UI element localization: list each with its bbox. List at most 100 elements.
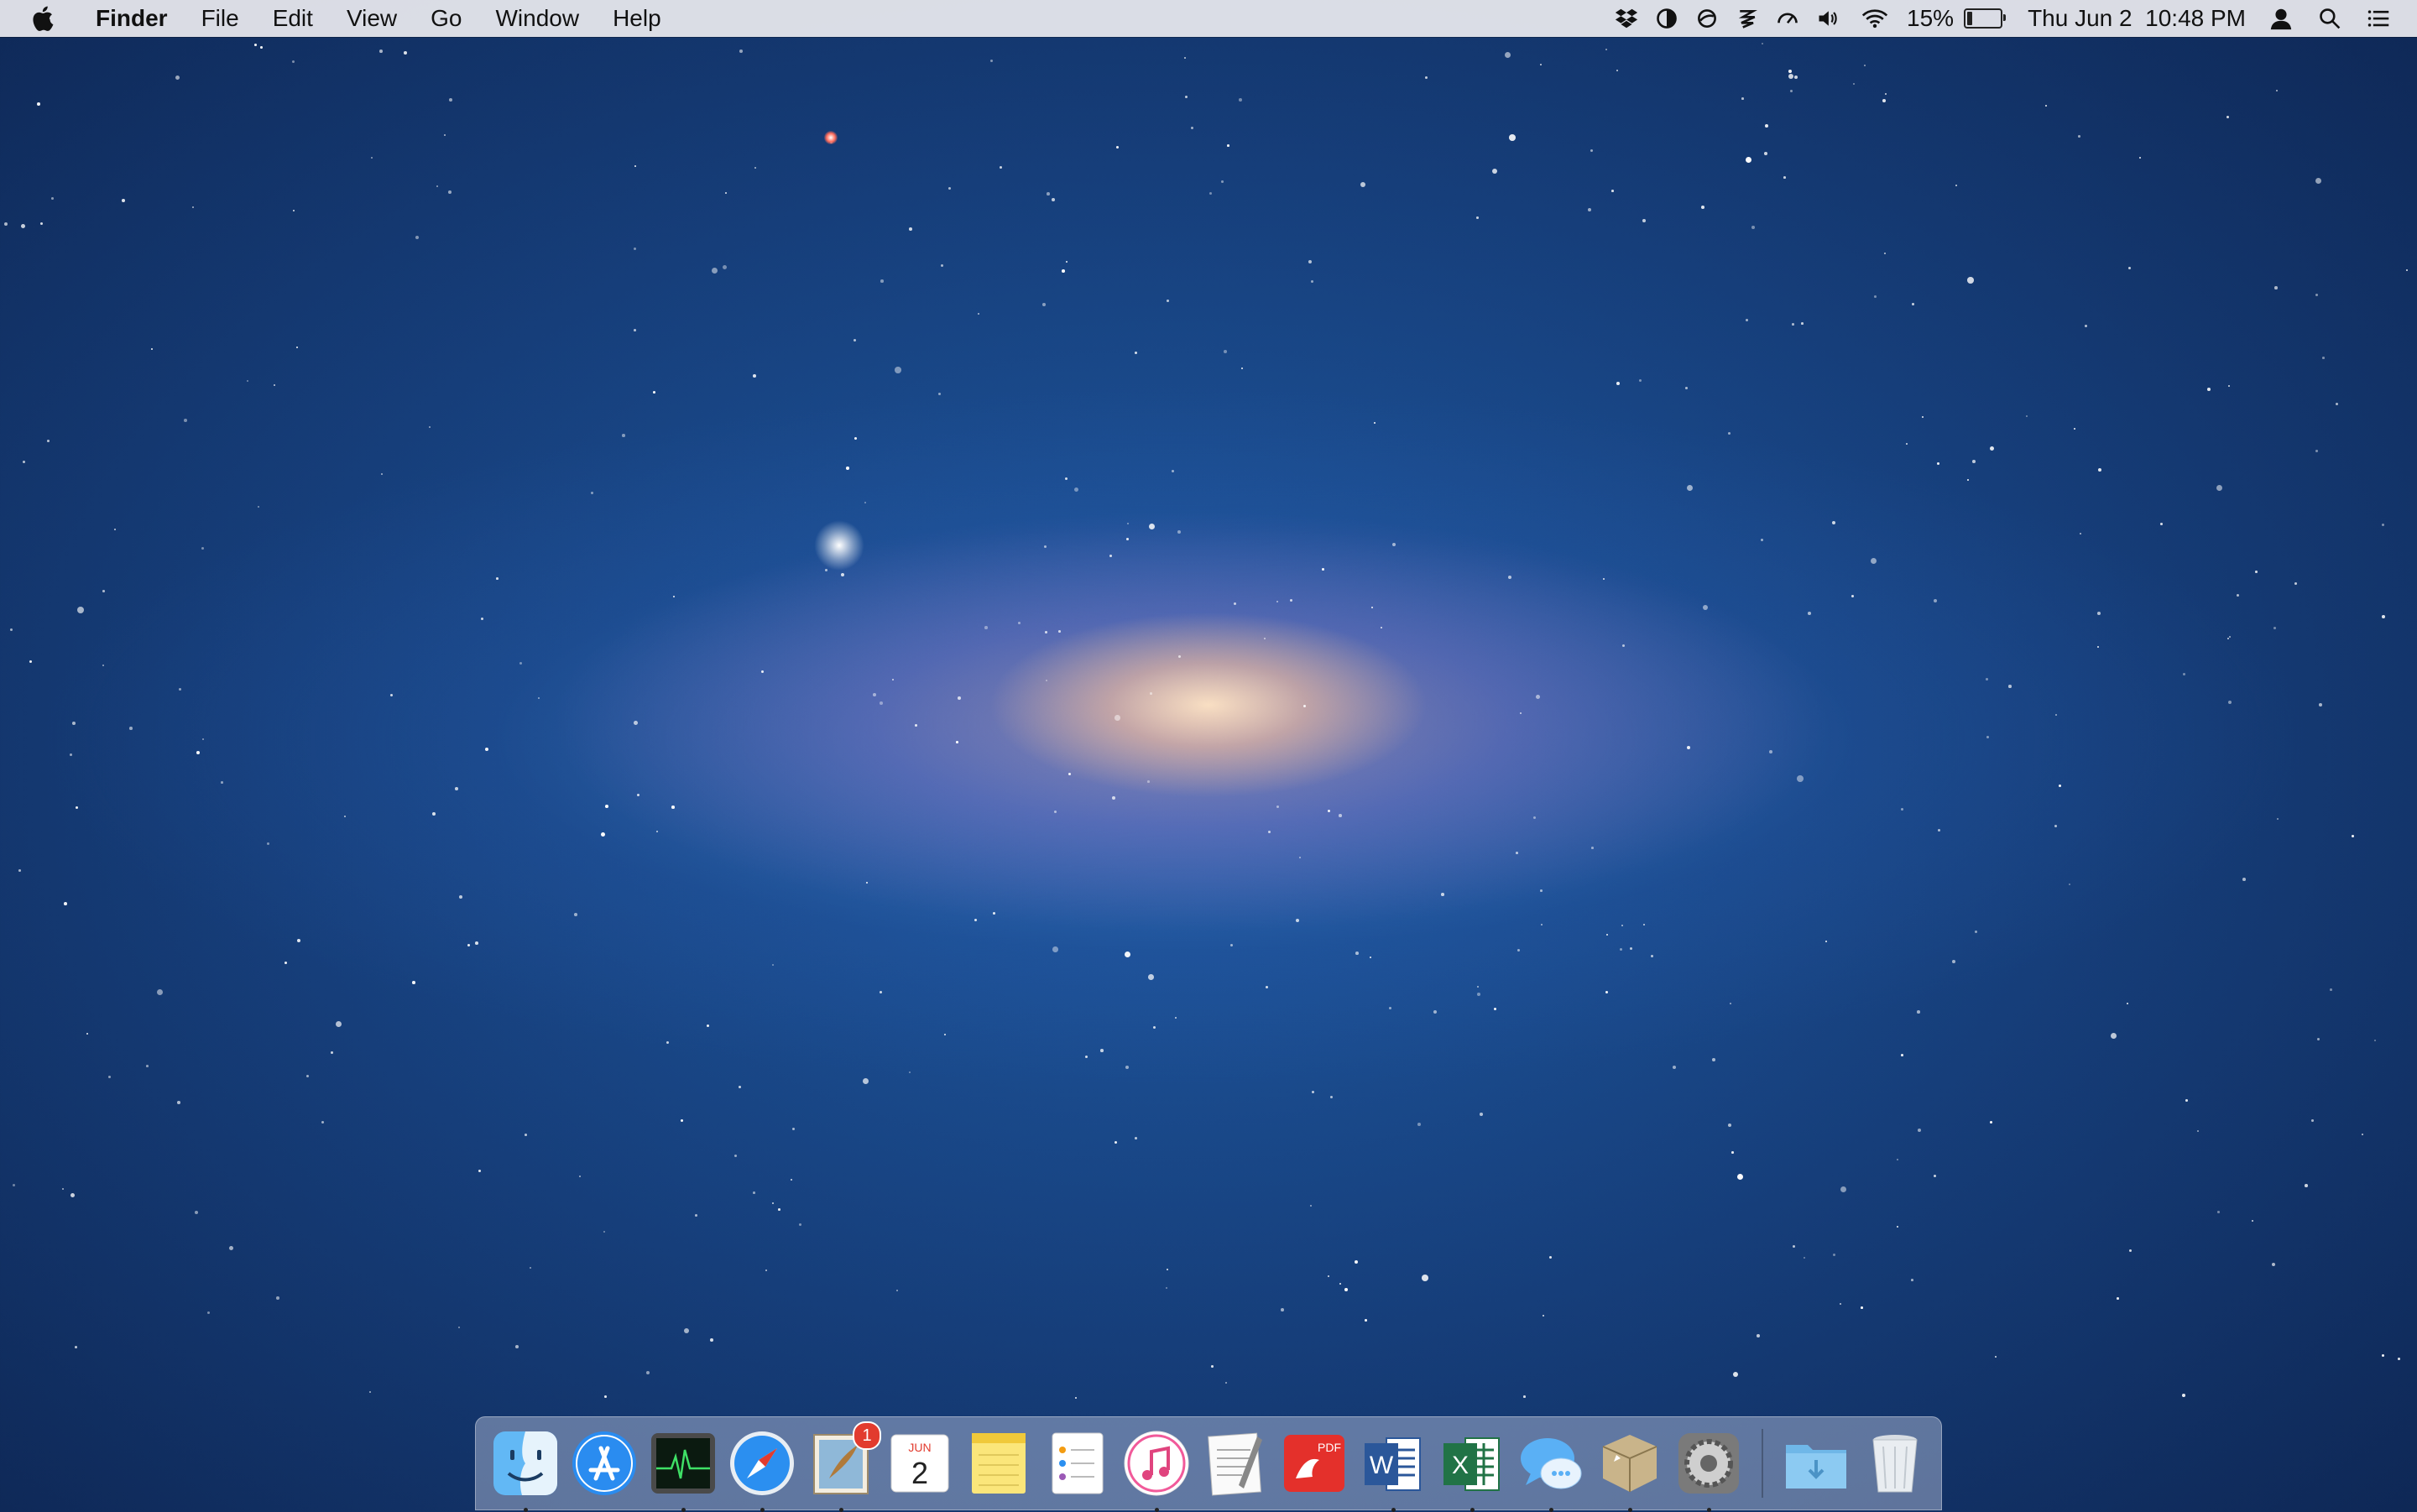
menu-app-finder[interactable]: Finder <box>96 5 168 32</box>
dock-item-excel[interactable]: X <box>1435 1426 1509 1512</box>
user-icon[interactable] <box>2268 5 2294 32</box>
star <box>108 1076 112 1079</box>
star <box>1230 944 1233 946</box>
circle-slash-icon[interactable] <box>1694 5 1720 32</box>
star <box>321 1121 325 1124</box>
star <box>331 1051 333 1054</box>
star <box>1178 655 1182 659</box>
menu-view[interactable]: View <box>347 5 397 32</box>
star <box>753 1191 755 1194</box>
star <box>653 391 655 394</box>
star <box>369 1391 372 1394</box>
star <box>1328 1275 1330 1278</box>
star <box>1225 1382 1228 1384</box>
dock-item-safari[interactable] <box>725 1426 799 1512</box>
clock[interactable]: Thu Jun 2 10:48 PM <box>2028 5 2246 32</box>
star <box>1972 460 1976 463</box>
star <box>1018 622 1021 624</box>
star <box>1737 1174 1744 1181</box>
textedit-icon <box>1208 1432 1262 1496</box>
star <box>10 628 13 632</box>
star <box>1085 1056 1088 1059</box>
bright-star <box>814 520 864 571</box>
dock-item-textedit[interactable] <box>1198 1426 1272 1500</box>
star <box>1290 599 1293 602</box>
dock-item-app-store[interactable] <box>567 1426 641 1500</box>
star <box>276 1296 279 1300</box>
star <box>915 724 917 727</box>
star <box>1211 1365 1214 1368</box>
star <box>1209 192 1212 195</box>
star <box>146 1065 149 1067</box>
star <box>306 1075 310 1078</box>
star <box>478 1170 482 1173</box>
star <box>880 279 884 283</box>
dock-item-pdf-reader[interactable]: PDF <box>1277 1426 1351 1500</box>
star <box>2229 636 2232 639</box>
star <box>772 964 775 967</box>
dock-item-system-preferences[interactable] <box>1672 1426 1746 1512</box>
star <box>1441 893 1444 896</box>
dock-item-notes[interactable] <box>962 1426 1036 1500</box>
menu-edit[interactable]: Edit <box>273 5 313 32</box>
star <box>1185 96 1188 98</box>
red-star <box>824 131 838 144</box>
dock-item-trash[interactable] <box>1858 1426 1932 1500</box>
star <box>761 670 764 673</box>
dock-item-finder[interactable] <box>488 1426 562 1512</box>
menu-help[interactable]: Help <box>613 5 661 32</box>
speedometer-icon[interactable] <box>1774 5 1801 32</box>
star <box>2026 415 2028 418</box>
star <box>1296 919 1300 923</box>
star <box>1068 773 1072 776</box>
menu-file[interactable]: File <box>201 5 239 32</box>
star <box>40 222 44 226</box>
apple-menu-icon[interactable] <box>30 4 55 33</box>
dock-item-calendar[interactable]: JUN 2 <box>883 1426 957 1500</box>
volume-icon[interactable] <box>1814 5 1841 32</box>
star <box>948 187 952 190</box>
dock-item-messages[interactable] <box>1514 1426 1588 1512</box>
star <box>712 268 718 274</box>
dock-item-mail[interactable]: 1 <box>804 1421 881 1512</box>
star <box>854 437 858 441</box>
dock-item-package[interactable] <box>1593 1426 1667 1512</box>
star <box>1937 462 1939 465</box>
star <box>1365 1319 1367 1322</box>
star <box>734 1155 738 1158</box>
battery-icon[interactable] <box>1964 8 2007 29</box>
star <box>2074 428 2076 430</box>
dropbox-icon[interactable] <box>1613 5 1640 32</box>
contrast-icon[interactable] <box>1653 5 1680 32</box>
star <box>415 236 420 240</box>
star <box>1864 65 1866 67</box>
dock-item-word[interactable]: W <box>1356 1426 1430 1512</box>
star <box>1046 680 1048 682</box>
notification-center-icon[interactable] <box>2365 5 2392 32</box>
star <box>1266 986 1269 989</box>
star <box>710 1338 713 1342</box>
star <box>1917 1010 1920 1014</box>
star <box>579 1176 582 1178</box>
battery-percent[interactable]: 15% <box>1907 5 1954 32</box>
dock-item-activity-monitor[interactable] <box>646 1426 720 1512</box>
star <box>1505 52 1511 59</box>
star <box>336 1021 342 1028</box>
star <box>892 679 895 681</box>
star <box>1986 736 1990 739</box>
menu-go[interactable]: Go <box>431 5 462 32</box>
spotlight-search-icon[interactable] <box>2316 5 2343 32</box>
bolt-stack-icon[interactable] <box>1734 5 1761 32</box>
dock-item-itunes[interactable] <box>1120 1426 1193 1512</box>
star <box>70 1193 76 1198</box>
star <box>292 60 295 64</box>
menu-window[interactable]: Window <box>495 5 579 32</box>
star <box>1115 1141 1118 1144</box>
wifi-icon[interactable] <box>1861 5 1888 32</box>
star <box>1741 97 1744 100</box>
star <box>344 816 347 818</box>
star <box>1166 1287 1168 1290</box>
dock-item-reminders[interactable] <box>1041 1426 1115 1500</box>
dock-item-downloads[interactable] <box>1779 1426 1853 1500</box>
star <box>1392 543 1396 546</box>
